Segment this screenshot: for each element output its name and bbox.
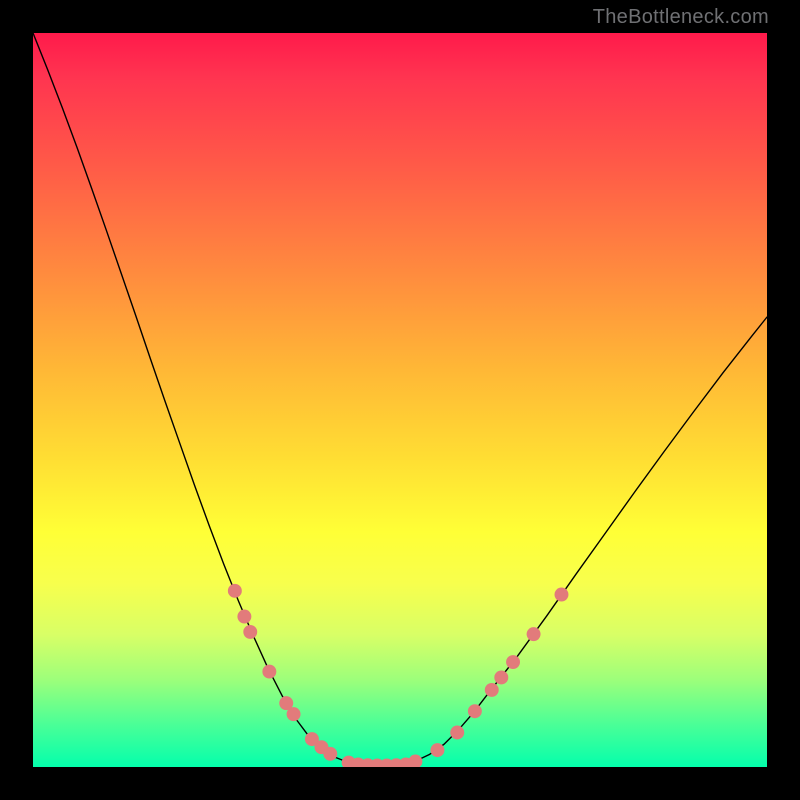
marker-point xyxy=(430,743,444,757)
app-frame: TheBottleneck.com xyxy=(0,0,800,800)
marker-point xyxy=(262,665,276,679)
watermark-text: TheBottleneck.com xyxy=(593,6,769,29)
marker-point xyxy=(228,584,242,598)
marker-point xyxy=(555,588,569,602)
marker-point xyxy=(408,755,422,767)
chart-canvas xyxy=(33,33,767,767)
series-curve-left xyxy=(33,33,349,763)
series-layer xyxy=(33,33,767,766)
chart-svg xyxy=(33,33,767,767)
marker-point xyxy=(468,704,482,718)
marker-point xyxy=(527,627,541,641)
series-curve-right xyxy=(415,317,767,761)
marker-point xyxy=(494,670,508,684)
marker-point xyxy=(485,683,499,697)
marker-point xyxy=(287,707,301,721)
marker-point xyxy=(237,610,251,624)
marker-point xyxy=(450,726,464,740)
marker-point xyxy=(243,625,257,639)
marker-point xyxy=(506,655,520,669)
markers-layer xyxy=(228,584,569,767)
marker-point xyxy=(323,747,337,761)
